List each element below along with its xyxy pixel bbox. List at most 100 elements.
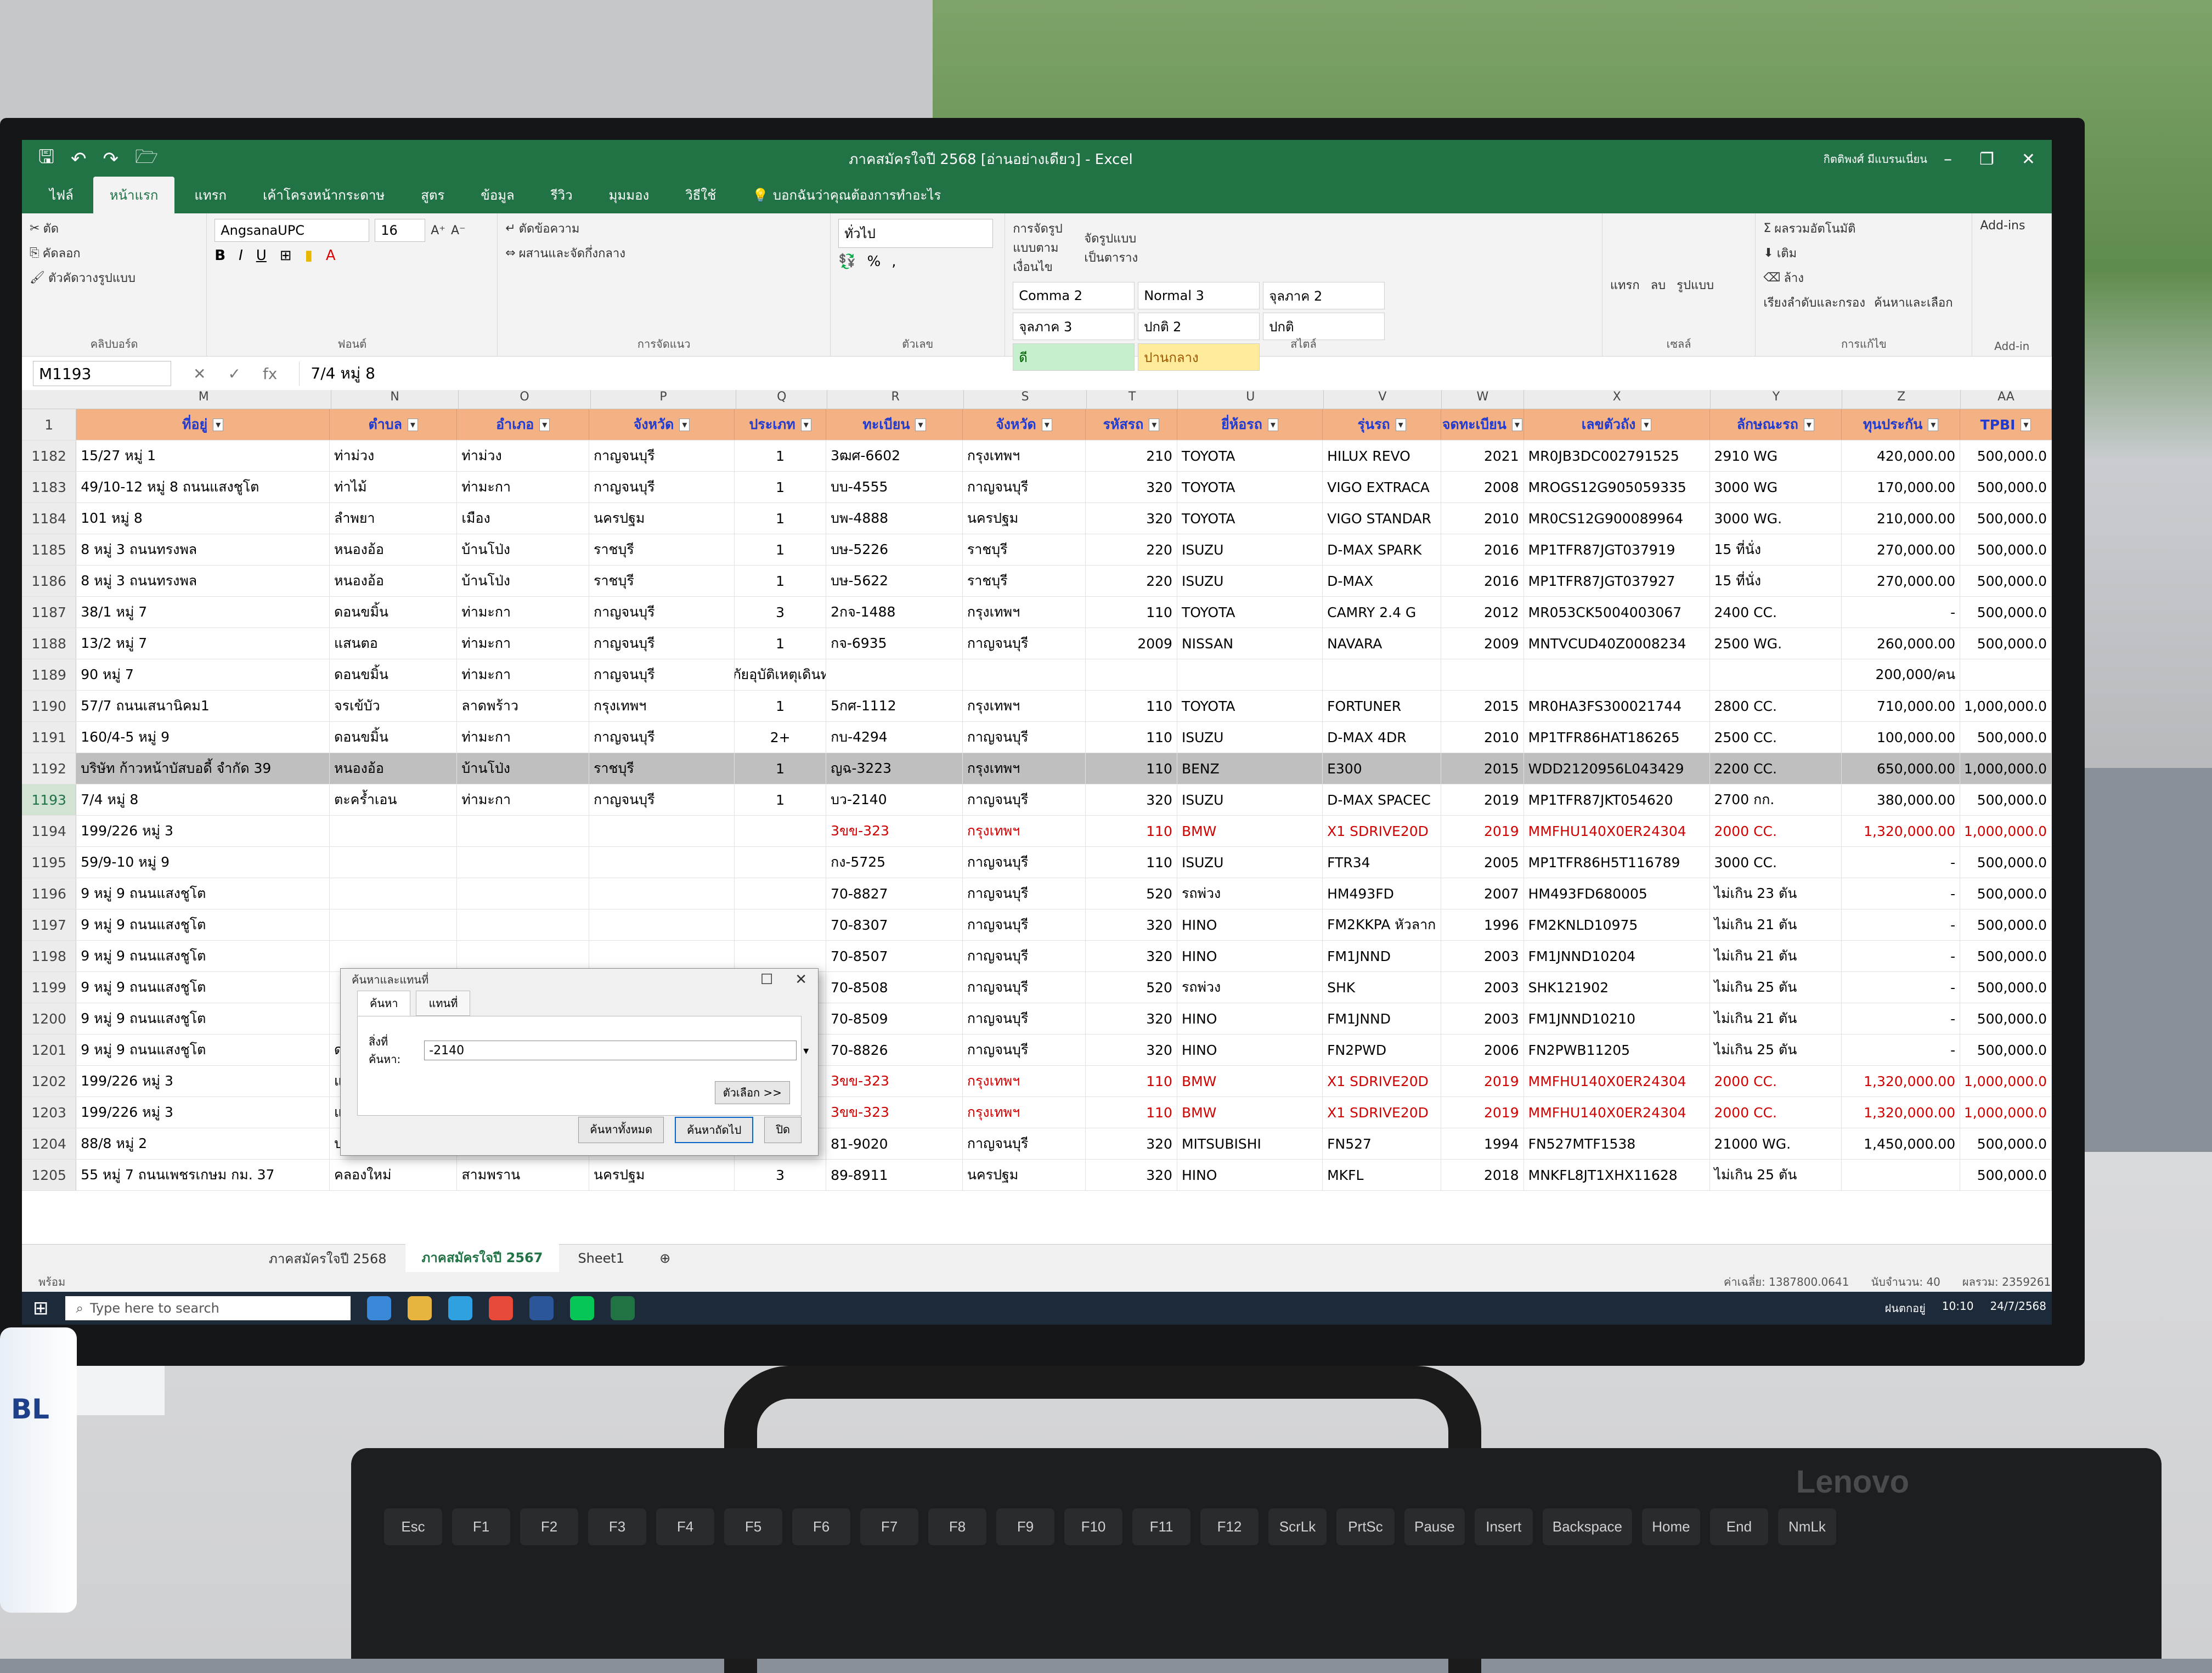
cell[interactable]: 2700 กก. (1710, 784, 1842, 815)
cell[interactable]: ราชบุรี (589, 566, 735, 596)
cell[interactable]: BENZ (1177, 753, 1323, 784)
cell[interactable]: กรุงเทพฯ (963, 1097, 1086, 1128)
cell[interactable]: FM2KNLD10975 (1524, 909, 1710, 940)
row-number[interactable]: 1196 (22, 878, 77, 909)
number-format-select[interactable]: ทั่วไป (838, 219, 994, 248)
bold-icon[interactable]: B (215, 247, 225, 264)
cell[interactable]: ไม่เกิน 25 ตัน (1710, 972, 1842, 1003)
account-name[interactable]: กิตติพงศ์ มีแบรนเนี่ยน (1824, 150, 1927, 168)
cell[interactable]: HINO (1177, 909, 1323, 940)
cell[interactable]: 3000 CC. (1710, 847, 1842, 878)
cell[interactable]: 650,000.00 (1842, 753, 1961, 784)
cell[interactable]: HINO (1177, 941, 1323, 971)
cell[interactable]: 199/226 หมู่ 3 (76, 1066, 330, 1097)
cell[interactable]: 320 (1086, 1160, 1177, 1190)
clock-date[interactable]: 24/7/2568 (1990, 1299, 2046, 1317)
cell[interactable]: 320 (1086, 909, 1177, 940)
cell[interactable]: 3000 WG. (1710, 503, 1842, 534)
cell[interactable]: TOYOTA (1177, 691, 1323, 721)
cell[interactable]: 2010 (1441, 722, 1524, 753)
tab-formulas[interactable]: สูตร (404, 177, 461, 213)
cell[interactable]: รถพ่วง (1177, 972, 1323, 1003)
cell[interactable]: FM1JNND (1323, 1003, 1442, 1034)
cell[interactable]: บพ-4888 (826, 503, 963, 534)
cell[interactable] (1960, 659, 2052, 690)
select-all-corner[interactable] (22, 390, 76, 409)
windows-start-icon[interactable]: ⊞ (33, 1297, 49, 1319)
cell[interactable]: 9 หมู่ 9 ถนนแสงชูโต (76, 941, 330, 971)
cell[interactable]: X1 SDRIVE20D (1323, 1097, 1442, 1128)
cell[interactable]: 1,000,000.0 (1960, 1066, 2052, 1097)
cell[interactable]: WDD2120956L043429 (1523, 753, 1710, 784)
cell[interactable] (1710, 659, 1842, 690)
cell[interactable]: 1 (735, 472, 827, 502)
cell[interactable]: 110 (1086, 1097, 1177, 1128)
cell-style-option[interactable]: Comma 2 (1013, 282, 1135, 309)
cell[interactable]: หนองอ้อ (330, 534, 458, 565)
cell[interactable]: 3 (735, 597, 827, 628)
filter-header-cell[interactable]: TPBI (1960, 409, 2052, 440)
cell[interactable]: กรุงเทพฯ (589, 691, 735, 721)
cell[interactable]: 2500 WG. (1710, 628, 1842, 659)
cell[interactable]: 520 (1086, 878, 1177, 909)
italic-icon[interactable]: I (239, 247, 243, 264)
cell[interactable]: ISUZU (1177, 722, 1323, 753)
cell[interactable]: 81-9020 (826, 1128, 963, 1159)
cell[interactable] (330, 941, 458, 971)
cell[interactable]: กาญจนบุรี (963, 878, 1086, 909)
cell[interactable]: รถพ่วง (1177, 878, 1323, 909)
tab-find[interactable]: ค้นหา (357, 991, 411, 1016)
cell[interactable]: 38/1 หมู่ 7 (76, 597, 330, 628)
filter-header-cell[interactable]: ทะเบียน (826, 409, 963, 440)
cell[interactable]: ราชบุรี (589, 753, 735, 784)
cell[interactable]: 9 หมู่ 9 ถนนแสงชูโต (76, 1035, 330, 1065)
row-number[interactable]: 1195 (22, 847, 77, 878)
cell[interactable]: ท่ามะกา (457, 597, 590, 628)
cell[interactable]: - (1842, 941, 1961, 971)
format-painter-button[interactable]: 🖌 ตัวคัดวางรูปแบบ (30, 268, 199, 287)
close-icon[interactable]: ✕ (2022, 150, 2035, 169)
column-header[interactable]: R (827, 390, 964, 409)
cell[interactable]: FM1JNND10204 (1524, 941, 1710, 971)
cell[interactable]: D-MAX 4DR (1323, 722, 1442, 753)
cell[interactable]: 270,000.00 (1842, 566, 1961, 596)
cell[interactable]: 89-8911 (826, 1160, 963, 1190)
undo-icon[interactable]: ↶ (71, 148, 87, 170)
row-number[interactable]: 1189 (22, 659, 77, 690)
row-number[interactable]: 1197 (22, 909, 77, 940)
grow-font-icon[interactable]: A⁺ (431, 219, 445, 242)
file-explorer-icon[interactable] (407, 1296, 432, 1320)
cell[interactable]: กาญจนบุรี (963, 847, 1086, 878)
cell[interactable] (1842, 1160, 1961, 1190)
chrome-icon[interactable] (488, 1296, 513, 1320)
cell[interactable]: เมือง (457, 503, 590, 534)
cell[interactable]: FN527 (1323, 1128, 1442, 1159)
cell[interactable]: ดอนขมิ้น (330, 659, 458, 690)
cell[interactable] (1524, 659, 1710, 690)
cell[interactable]: 2012 (1441, 597, 1524, 628)
cell[interactable] (589, 941, 735, 971)
cell[interactable]: FM1JNND10210 (1524, 1003, 1710, 1034)
cell[interactable] (330, 909, 458, 940)
cell[interactable]: 3ขข-323 (826, 1066, 963, 1097)
cell[interactable]: ลาดพร้าว (457, 691, 590, 721)
cell[interactable]: MMFHU140X0ER24304 (1524, 816, 1710, 846)
cell[interactable]: กาญจนบุรี (589, 784, 735, 815)
task-view-icon[interactable] (366, 1296, 391, 1320)
cell[interactable]: MP1TFR86H5T116789 (1524, 847, 1710, 878)
cell[interactable]: 500,000.0 (1960, 909, 2052, 940)
cell[interactable]: 500,000.0 (1960, 847, 2052, 878)
fill-button[interactable]: ⬇ เติม (1763, 244, 1964, 263)
cell[interactable]: ไม่เกิน 21 ตัน (1710, 909, 1842, 940)
cell[interactable]: 110 (1086, 1066, 1177, 1097)
cell[interactable]: BMW (1177, 1066, 1323, 1097)
cell[interactable]: TOYOTA (1177, 472, 1323, 502)
cell[interactable]: 2021 (1441, 440, 1524, 471)
format-cells-button[interactable]: รูปแบบ (1677, 219, 1714, 351)
cell[interactable]: 9 หมู่ 9 ถนนแสงชูโต (76, 1003, 330, 1034)
cell[interactable]: X1 SDRIVE20D (1323, 816, 1442, 846)
cell[interactable] (735, 847, 827, 878)
cell[interactable] (1177, 659, 1323, 690)
cell[interactable]: FTR34 (1323, 847, 1442, 878)
cell[interactable]: ดอนขมิ้น (330, 722, 458, 753)
